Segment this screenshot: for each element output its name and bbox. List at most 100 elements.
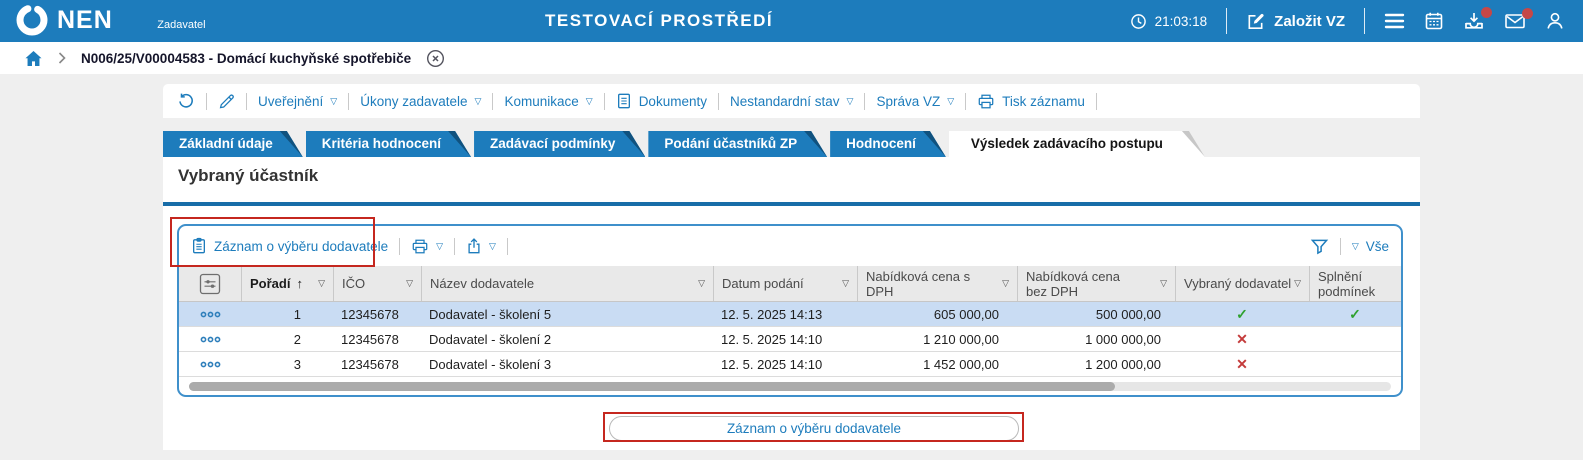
menu-komunikace[interactable]: Komunikace ▽ (504, 94, 592, 109)
horizontal-scrollbar[interactable] (189, 382, 1391, 391)
filter-all-dropdown[interactable]: ▽ Vše (1352, 239, 1389, 254)
cell-ico: 12345678 (341, 331, 399, 347)
filter-caret-icon[interactable]: ▽ (406, 279, 413, 288)
cell-poradi: 2 (293, 331, 301, 347)
cell-ico: 12345678 (341, 306, 399, 322)
tab-zakladni-udaje[interactable]: Základní údaje (163, 131, 303, 157)
chevron-down-icon: ▽ (1351, 240, 1359, 251)
menu-button[interactable] (1384, 13, 1405, 29)
divider (246, 92, 247, 110)
notification-dot (1481, 7, 1492, 18)
cell-vybrany-status: ✕ (1236, 330, 1248, 347)
home-button[interactable] (24, 50, 43, 67)
grid-export-button[interactable]: ▽ (466, 237, 496, 255)
app-window: NEN Zadavatel TESTOVACÍ PROSTŘEDÍ 21:03:… (0, 0, 1583, 460)
column-header-ico[interactable]: IČO ▽ (333, 266, 421, 301)
filter-caret-icon[interactable]: ▽ (698, 279, 705, 288)
record-of-selection-button[interactable]: Záznam o výběru dodavatele (191, 237, 388, 255)
filter-caret-icon[interactable]: ▽ (318, 279, 325, 288)
menu-uverejneni[interactable]: Uveřejnění ▽ (258, 94, 337, 109)
compose-icon (1246, 12, 1265, 31)
divider (454, 237, 456, 255)
printer-icon (411, 238, 429, 255)
menu-sprava-vz[interactable]: Správa VZ ▽ (876, 94, 954, 109)
grid-print-button[interactable]: ▽ (411, 238, 443, 255)
column-header-nazev[interactable]: Název dodavatele ▽ (421, 266, 713, 301)
cell-splneni-status (1309, 352, 1401, 376)
column-header-vybrany[interactable]: Vybraný dodavatel ▽ (1175, 266, 1309, 301)
page-title: Vybraný účastník (178, 166, 319, 185)
brand-name: NEN (57, 5, 113, 34)
filter-caret-icon[interactable]: ▽ (842, 279, 849, 288)
breadcrumb-item[interactable]: N006/25/V00004583 - Domácí kuchyňské spo… (81, 51, 411, 66)
create-vz-button[interactable]: Založit VZ (1246, 12, 1345, 31)
column-header-datum[interactable]: Datum podání ▽ (713, 266, 857, 301)
print-record-button[interactable]: Tisk záznamu (977, 93, 1085, 110)
chevron-down-icon: ▽ (330, 95, 338, 106)
scrollbar-thumb[interactable] (189, 382, 1115, 391)
cell-cena-s-dph: 1 210 000,00 (923, 331, 999, 347)
history-button[interactable] (177, 92, 195, 110)
close-tab-button[interactable] (426, 49, 445, 68)
divider (492, 92, 494, 110)
column-header-cena-bez-dph[interactable]: Nabídková cena bez DPH ▽ (1017, 266, 1175, 301)
cell-splneni-status (1309, 327, 1401, 351)
filter-caret-icon[interactable]: ▽ (1294, 279, 1301, 288)
divider (864, 92, 866, 110)
tab-fold (448, 131, 471, 157)
cell-nazev: Dodavatel - školení 5 (429, 306, 552, 322)
brand-role: Zadavatel (157, 18, 206, 31)
cell-cena-bez-dph: 1 000 000,00 (1085, 331, 1161, 347)
clock-icon (1130, 13, 1147, 30)
grid-toolbar: Záznam o výběru dodavatele ▽ ▽ ▽ Vše (179, 226, 1401, 266)
table-row[interactable]: 1 12345678 Dodavatel - školení 5 12. 5. … (179, 302, 1401, 327)
dokumenty-button[interactable]: Dokumenty (616, 92, 707, 110)
table-row[interactable]: 2 12345678 Dodavatel - školení 2 12. 5. … (179, 327, 1401, 352)
chevron-down-icon: ▽ (474, 95, 482, 106)
tab-zadavaci-podminky[interactable]: Zadávací podmínky (474, 131, 645, 157)
tab-fold (804, 131, 827, 157)
tab-hodnoceni[interactable]: Hodnocení (830, 131, 946, 157)
row-menu-button[interactable] (179, 327, 241, 351)
record-of-selection-footer-button[interactable]: Záznam o výběru dodavatele (609, 416, 1019, 441)
filter-caret-icon[interactable]: ▽ (1160, 279, 1167, 288)
share-export-icon (466, 237, 482, 255)
cell-cena-bez-dph: 1 200 000,00 (1085, 356, 1161, 372)
tab-podani-ucastniku[interactable]: Podání účastníků ZP (648, 131, 827, 157)
column-header-cena-s-dph[interactable]: Nabídková cena s DPH ▽ (857, 266, 1017, 301)
cell-cena-s-dph: 1 452 000,00 (923, 356, 999, 372)
divider (399, 237, 401, 255)
user-button[interactable] (1545, 11, 1565, 31)
cell-poradi: 1 (293, 306, 301, 322)
inbox-button[interactable] (1463, 7, 1492, 31)
results-grid-panel: Záznam o výběru dodavatele ▽ ▽ ▽ Vše Poř… (177, 224, 1403, 397)
tab-fold (923, 131, 946, 157)
chevron-down-icon: ▽ (846, 95, 854, 106)
edit-button[interactable] (218, 93, 235, 110)
tab-strip: Základní údaje Kritéria hodnocení Zadáva… (163, 131, 1205, 157)
breadcrumb: N006/25/V00004583 - Domácí kuchyňské spo… (0, 42, 1583, 74)
row-menu-button[interactable] (179, 352, 241, 376)
filter-caret-icon[interactable]: ▽ (1002, 279, 1009, 288)
cell-splneni-status: ✓ (1349, 305, 1361, 322)
menu-ukony-zadavatele[interactable]: Úkony zadavatele ▽ (360, 94, 481, 109)
top-header: NEN Zadavatel TESTOVACÍ PROSTŘEDÍ 21:03:… (0, 0, 1583, 42)
row-menu-button[interactable] (179, 302, 241, 326)
cell-nazev: Dodavatel - školení 2 (429, 331, 552, 347)
divider (603, 92, 605, 110)
tab-vysledek-postupu[interactable]: Výsledek zadávacího postupu (949, 131, 1205, 157)
cell-datum: 12. 5. 2025 14:10 (721, 331, 823, 347)
column-settings-button[interactable] (179, 266, 241, 301)
menu-nestandardni-stav[interactable]: Nestandardní stav ▽ (730, 94, 853, 109)
mail-button[interactable] (1504, 8, 1533, 30)
nen-logo[interactable]: NEN Zadavatel (14, 2, 206, 38)
filter-button[interactable] (1310, 238, 1329, 255)
divider (1226, 8, 1228, 34)
tab-kriteria-hodnoceni[interactable]: Kritéria hodnocení (306, 131, 471, 157)
column-header-poradi[interactable]: Pořadí ↑ ▽ (241, 266, 333, 301)
divider (965, 92, 967, 110)
column-header-splneni[interactable]: Splnění podmínek (1309, 266, 1401, 301)
calendar-button[interactable] (1424, 11, 1444, 31)
cell-vybrany-status: ✕ (1236, 355, 1248, 372)
table-row[interactable]: 3 12345678 Dodavatel - školení 3 12. 5. … (179, 352, 1401, 377)
